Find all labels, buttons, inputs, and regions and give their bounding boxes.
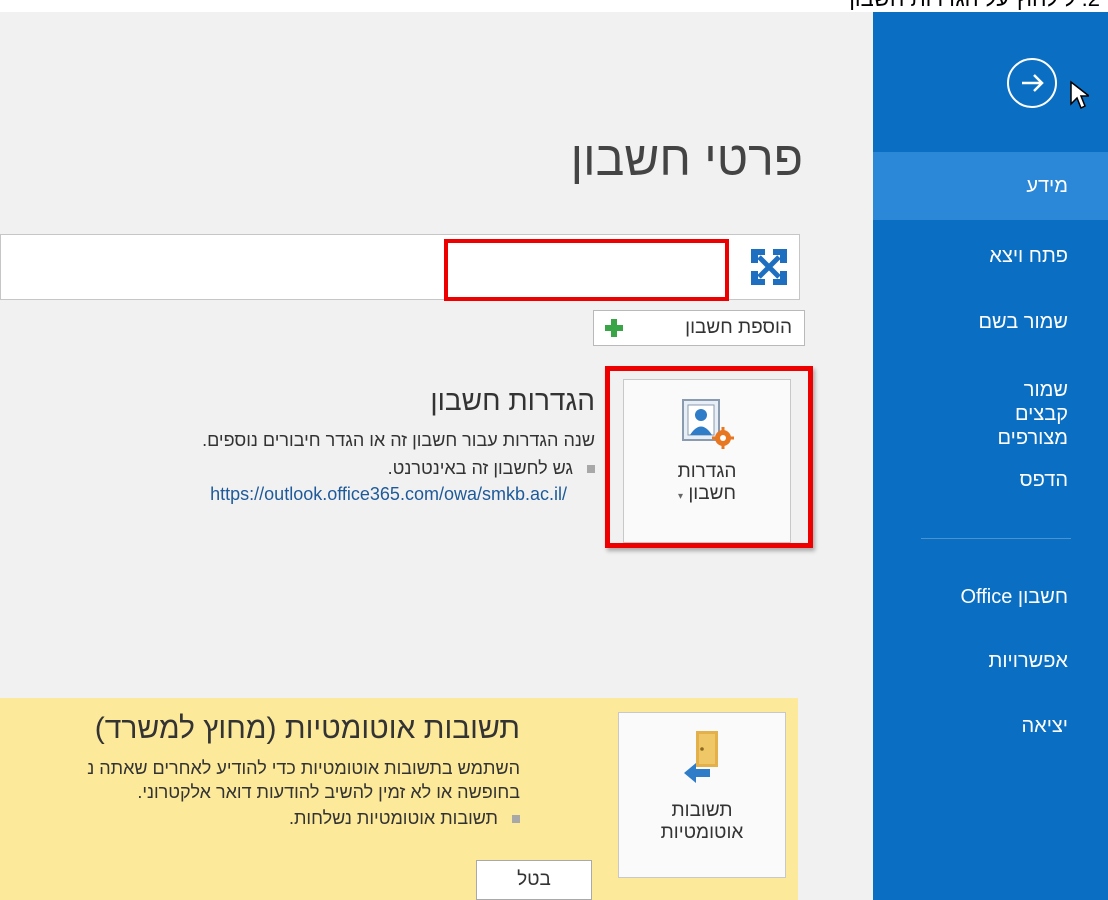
account-settings-bullet: גש לחשבון זה באינטרנט. (388, 458, 595, 479)
back-arrow-button[interactable] (1007, 58, 1057, 108)
account-highlight-box (444, 239, 729, 301)
nav-item-open-export[interactable]: פתח ויצא (873, 226, 1108, 286)
auto-replies-label-1: תשובות (671, 800, 733, 821)
bullet-icon (512, 815, 520, 824)
bullet-icon (587, 465, 595, 474)
account-settings-label-1: הגדרות (677, 461, 737, 482)
plus-icon (605, 319, 623, 337)
auto-replies-button[interactable]: תשובות אוטומטיות (618, 712, 786, 878)
dropdown-arrow-icon: ▾ (678, 491, 684, 502)
account-settings-description: שנה הגדרות עבור חשבון זה או הגדר חיבורים… (202, 430, 595, 450)
auto-replies-description-1: השתמש בתשובות אוטומטיות כדי להודיע לאחרי… (87, 758, 520, 778)
page-title: פרטי חשבון (570, 133, 803, 186)
mouse-cursor-icon (1070, 80, 1089, 110)
add-account-button[interactable]: הוספת חשבון (593, 310, 805, 346)
account-settings-button[interactable]: הגדרות חשבון ▾ (623, 379, 791, 543)
auto-replies-bullet: תשובות אוטומטיות נשלחות. (289, 808, 520, 829)
account-selector[interactable] (0, 234, 800, 301)
nav-item-options[interactable]: אפשרויות (873, 631, 1108, 691)
auto-replies-label-2: אוטומטיות (660, 822, 744, 843)
backstage-nav: מידע פתח ויצא שמור בשם שמור קבצים מצורפי… (873, 12, 1108, 900)
nav-item-office-account[interactable]: חשבון Office (873, 567, 1108, 627)
account-settings-heading: הגדרות חשבון (430, 385, 595, 416)
auto-replies-icon (684, 731, 718, 783)
back-arrow-icon (1022, 74, 1044, 92)
cancel-auto-replies-button[interactable]: בטל (476, 860, 592, 900)
account-settings-label-2: חשבון ▾ (678, 483, 736, 504)
nav-item-save-attachments[interactable]: שמור קבצים מצורפים (873, 368, 1108, 449)
add-account-label: הוספת חשבון (685, 317, 792, 338)
auto-replies-panel: תשובות אוטומטיות תשובות אוטומטיות (מחוץ … (0, 698, 798, 900)
exchange-icon (746, 244, 792, 290)
nav-item-save-as[interactable]: שמור בשם (873, 292, 1108, 352)
account-settings-icon (682, 399, 734, 449)
owa-link[interactable]: https://outlook.office365.com/owa/smkb.a… (210, 484, 567, 505)
nav-item-exit[interactable]: יציאה (873, 696, 1108, 756)
auto-replies-heading: תשובות אוטומטיות (מחוץ למשרד) (94, 712, 520, 745)
nav-item-info[interactable]: מידע (873, 152, 1108, 220)
backstage-main: פרטי חשבון הוספת חשבון הגדרות חשבון ▾ הג… (0, 12, 873, 900)
instruction-caption: 2. ל לחוץ על הגדרות חשבון (660, 0, 1100, 12)
auto-replies-description-2: בחופשה או לא זמין להשיב להודעות דואר אלק… (137, 782, 520, 802)
nav-separator (921, 538, 1071, 539)
nav-item-print[interactable]: הדפס (873, 450, 1108, 510)
